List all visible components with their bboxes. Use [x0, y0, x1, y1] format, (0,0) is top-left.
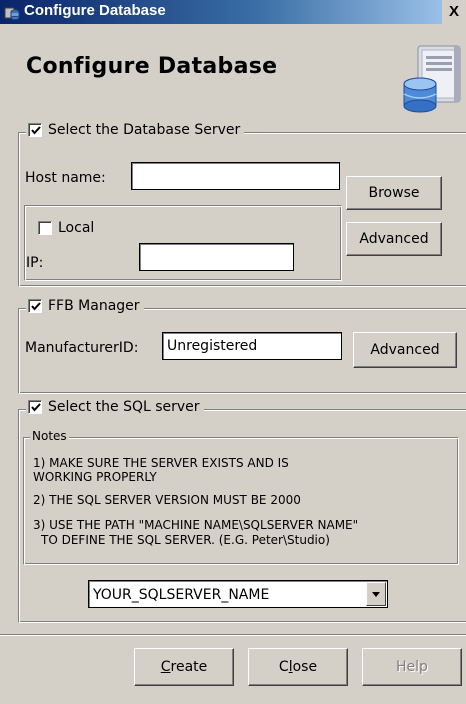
close-label-rest: ose [292, 659, 318, 675]
notes-line: TO DEFINE THE SQL SERVER. (E.G. Peter\St… [41, 533, 330, 547]
app-icon [4, 4, 20, 20]
create-button[interactable]: Create [134, 648, 234, 686]
ffb-advanced-button[interactable]: Advanced [353, 332, 457, 368]
close-button[interactable]: Close [248, 648, 348, 686]
sql-server-label: Select the SQL server [48, 399, 200, 415]
database-server-checkbox[interactable] [28, 123, 42, 137]
manufacturer-id-input[interactable]: Unregistered [162, 332, 342, 360]
ip-input[interactable] [139, 243, 294, 271]
local-label: Local [58, 220, 95, 236]
footer-separator [0, 634, 466, 636]
notes-line: 1) MAKE SURE THE SERVER EXISTS AND IS [33, 456, 289, 470]
database-server-label: Select the Database Server [48, 122, 241, 138]
host-name-label: Host name: [25, 170, 106, 186]
notes-line: WORKING PROPERLY [33, 470, 157, 484]
browse-button[interactable]: Browse [346, 176, 442, 210]
sql-server-select[interactable]: YOUR_SQLSERVER_NAME [88, 580, 388, 608]
host-name-input[interactable] [131, 162, 340, 190]
manufacturer-id-label: ManufacturerID: [25, 340, 139, 356]
notes-line: 2) THE SQL SERVER VERSION MUST BE 2000 [33, 493, 301, 507]
window-title: Configure Database [24, 2, 166, 19]
close-window-button[interactable]: X [442, 0, 466, 24]
local-checkbox[interactable] [38, 221, 52, 235]
sql-server-selected-value: YOUR_SQLSERVER_NAME [93, 587, 270, 603]
ffb-manager-checkbox[interactable] [28, 299, 42, 313]
create-label-rest: reate [170, 659, 208, 675]
sql-server-checkbox[interactable] [28, 400, 42, 414]
notes-label: Notes [32, 429, 67, 443]
sql-server-legend[interactable]: Select the SQL server [26, 399, 204, 415]
create-mnemonic: C [160, 659, 171, 675]
local-option[interactable]: Local [36, 220, 98, 236]
ip-label: IP: [26, 255, 44, 271]
ffb-manager-legend[interactable]: FFB Manager [26, 298, 144, 314]
database-advanced-button[interactable]: Advanced [346, 222, 442, 256]
database-icon [398, 42, 466, 118]
chevron-down-icon[interactable] [366, 582, 386, 606]
notes-line: 3) USE THE PATH "MACHINE NAME\SQLSERVER … [33, 518, 359, 532]
close-label-start: C [278, 659, 289, 675]
notes-legend: Notes [30, 429, 69, 443]
help-button[interactable]: Help [362, 648, 462, 686]
ffb-manager-label: FFB Manager [48, 298, 140, 314]
title-bar[interactable]: Configure Database X [0, 0, 466, 24]
page-title: Configure Database [26, 54, 278, 79]
database-server-legend[interactable]: Select the Database Server [26, 122, 245, 138]
